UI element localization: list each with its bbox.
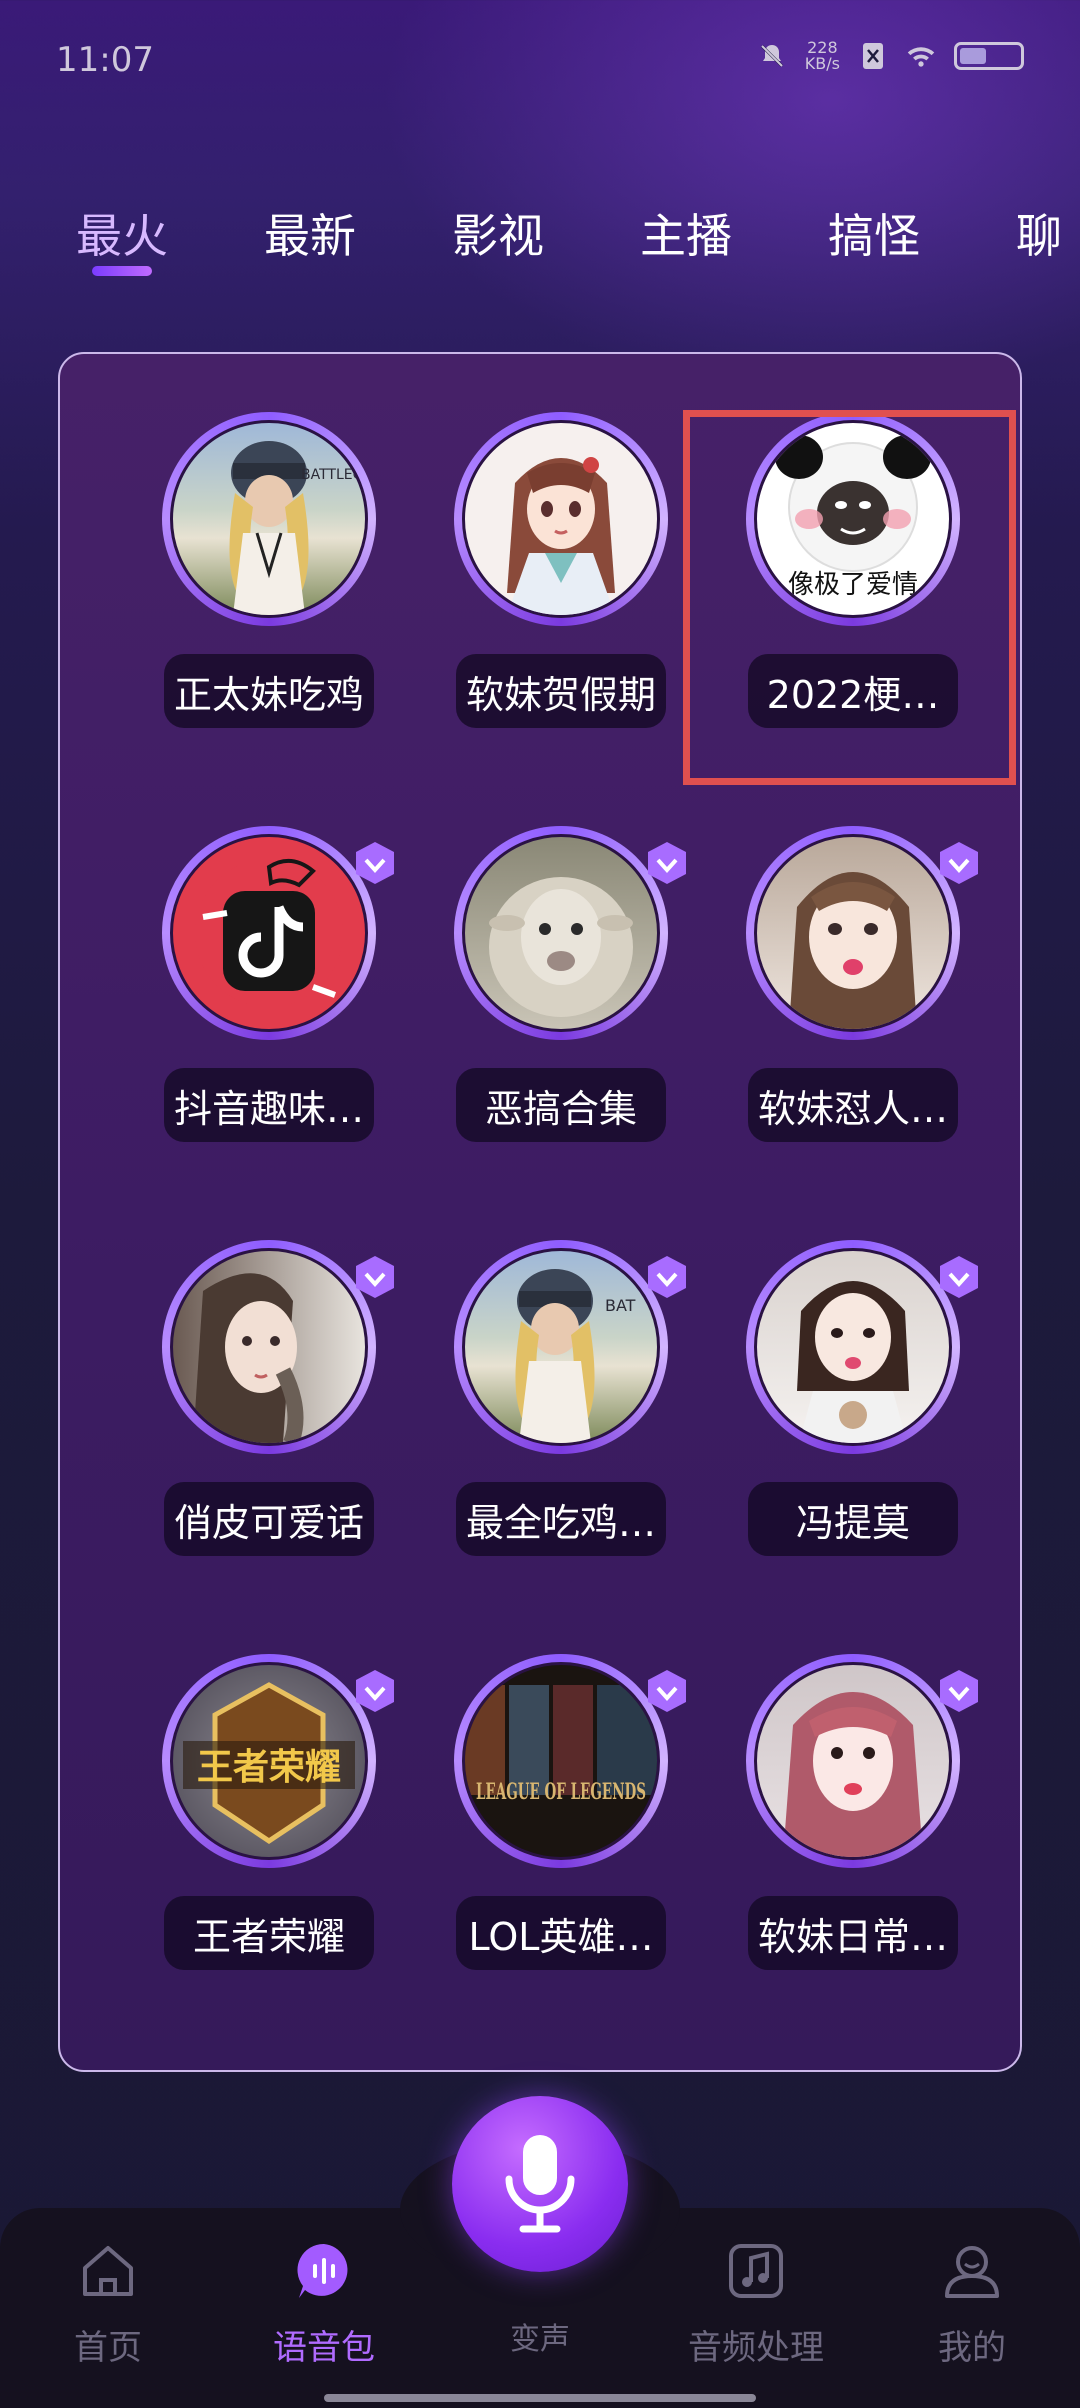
pack-avatar: [454, 412, 668, 626]
nav-voice-pack-label: 语音包: [273, 2328, 375, 2368]
nav-voice-pack[interactable]: 语音包: [244, 2240, 404, 2369]
voice-pack-icon: [297, 2243, 348, 2298]
avatar-text: 王者荣耀: [197, 1747, 341, 1788]
tab-chat[interactable]: 聊: [1016, 200, 1062, 266]
network-speed: 228 KB/s: [805, 40, 840, 72]
pack-label: 冯提莫: [748, 1482, 958, 1556]
sheep-image: [489, 877, 633, 1017]
pack-label: 俏皮可爱话: [164, 1482, 374, 1556]
girl-photo-image: [797, 1281, 909, 1443]
vip-badge-icon: [356, 1670, 394, 1712]
vip-badge-icon: [648, 842, 686, 884]
pack-avatar: BAT: [454, 1240, 668, 1454]
pack-label: 抖音趣味…: [164, 1068, 374, 1142]
profile-icon: [945, 2246, 999, 2298]
voice-changer-mic-button[interactable]: [452, 2096, 628, 2272]
tab-funny[interactable]: 搞怪: [828, 200, 920, 266]
vip-badge-icon: [356, 1256, 394, 1298]
nav-voice-changer-label[interactable]: 变声: [480, 2314, 600, 2358]
girl-photo-image: [789, 872, 917, 1029]
mute-bell-icon: [757, 41, 787, 71]
vip-badge-icon: [940, 842, 978, 884]
voice-pack-item[interactable]: 俏皮可爱话: [120, 1240, 394, 1570]
sim-icon: [858, 41, 888, 71]
voice-pack-item[interactable]: 软妹贺假期: [412, 412, 672, 742]
voice-pack-item[interactable]: BAT 最全吃鸡…: [412, 1240, 686, 1570]
voice-pack-item[interactable]: 冯提莫: [704, 1240, 978, 1570]
avatar-text: BATTLEG: [301, 467, 363, 483]
voice-pack-item[interactable]: 恶搞合集: [412, 826, 686, 1156]
pack-avatar: [162, 1240, 376, 1454]
pack-avatar: [162, 826, 376, 1040]
anime-girl-image: [507, 457, 615, 615]
pack-avatar: [746, 1240, 960, 1454]
nav-profile-label: 我的: [938, 2328, 1006, 2368]
music-note-icon: [729, 2244, 783, 2298]
pack-label: 软妹贺假期: [456, 654, 666, 728]
pack-label: 正太妹吃鸡: [164, 654, 374, 728]
vip-badge-icon: [940, 1256, 978, 1298]
status-icons: 228 KB/s: [757, 40, 1024, 72]
voice-pack-item[interactable]: 软妹怼人…: [704, 826, 978, 1156]
pack-label: LOL英雄…: [456, 1896, 666, 1970]
status-bar: 11:07 228 KB/s: [0, 0, 1080, 120]
category-tabs: 最火 最新 影视 主播 搞怪 聊: [0, 200, 1080, 290]
vip-badge-icon: [940, 1670, 978, 1712]
pack-avatar: [746, 1654, 960, 1868]
pack-avatar: [454, 826, 668, 1040]
tiktok-logo-image: [195, 859, 343, 1007]
nav-audio-processing-label: 音频处理: [688, 2328, 824, 2368]
pack-avatar: LEAGUE OF LEGENDS: [454, 1654, 668, 1868]
pack-avatar: 王者荣耀: [162, 1654, 376, 1868]
vip-badge-icon: [648, 1670, 686, 1712]
pack-label: 最全吃鸡…: [456, 1482, 666, 1556]
voice-pack-item[interactable]: 抖音趣味…: [120, 826, 394, 1156]
avatar-text: LEAGUE OF LEGENDS: [476, 1779, 646, 1805]
pack-label: 软妹怼人…: [748, 1068, 958, 1142]
voice-pack-item[interactable]: LEAGUE OF LEGENDS LOL英雄…: [412, 1654, 686, 1984]
selection-highlight: [683, 410, 1016, 785]
vip-badge-icon: [648, 1256, 686, 1298]
pack-label: 王者荣耀: [164, 1896, 374, 1970]
pubg-girl-image: BATTLEG: [229, 441, 363, 615]
active-tab-indicator: [92, 266, 152, 276]
tab-newest[interactable]: 最新: [264, 200, 356, 266]
girl-photo-image: [193, 1273, 304, 1443]
league-of-legends-logo-image: LEAGUE OF LEGENDS: [465, 1685, 657, 1805]
nav-home[interactable]: 首页: [28, 2240, 188, 2369]
girl-photo-image: [783, 1692, 923, 1857]
pack-avatar: BATTLEG: [162, 412, 376, 626]
microphone-icon: [505, 2135, 575, 2233]
wifi-icon: [906, 41, 936, 71]
nav-audio-processing[interactable]: 音频处理: [676, 2240, 836, 2369]
voice-pack-item[interactable]: 王者荣耀 王者荣耀: [120, 1654, 394, 1984]
home-icon: [83, 2246, 133, 2296]
tab-film[interactable]: 影视: [452, 200, 544, 266]
vip-badge-icon: [356, 842, 394, 884]
pack-avatar: [746, 826, 960, 1040]
pubg-girl-image: BAT: [515, 1269, 636, 1443]
tab-streamer[interactable]: 主播: [640, 200, 732, 266]
status-time: 11:07: [56, 40, 154, 80]
honor-of-kings-logo-image: 王者荣耀: [183, 1682, 355, 1845]
avatar-text: BAT: [605, 1296, 636, 1315]
voice-pack-item[interactable]: BATTLEG 正太妹吃鸡: [120, 412, 380, 742]
pack-label: 软妹日常…: [748, 1896, 958, 1970]
tab-hottest[interactable]: 最火: [76, 200, 168, 266]
pack-label: 恶搞合集: [456, 1068, 666, 1142]
voice-pack-item[interactable]: 软妹日常…: [704, 1654, 978, 1984]
network-speed-unit: KB/s: [804, 54, 840, 73]
battery-icon: [954, 42, 1024, 70]
nav-home-label: 首页: [74, 2328, 142, 2368]
nav-profile[interactable]: 我的: [892, 2240, 1052, 2369]
home-indicator[interactable]: [324, 2394, 756, 2402]
